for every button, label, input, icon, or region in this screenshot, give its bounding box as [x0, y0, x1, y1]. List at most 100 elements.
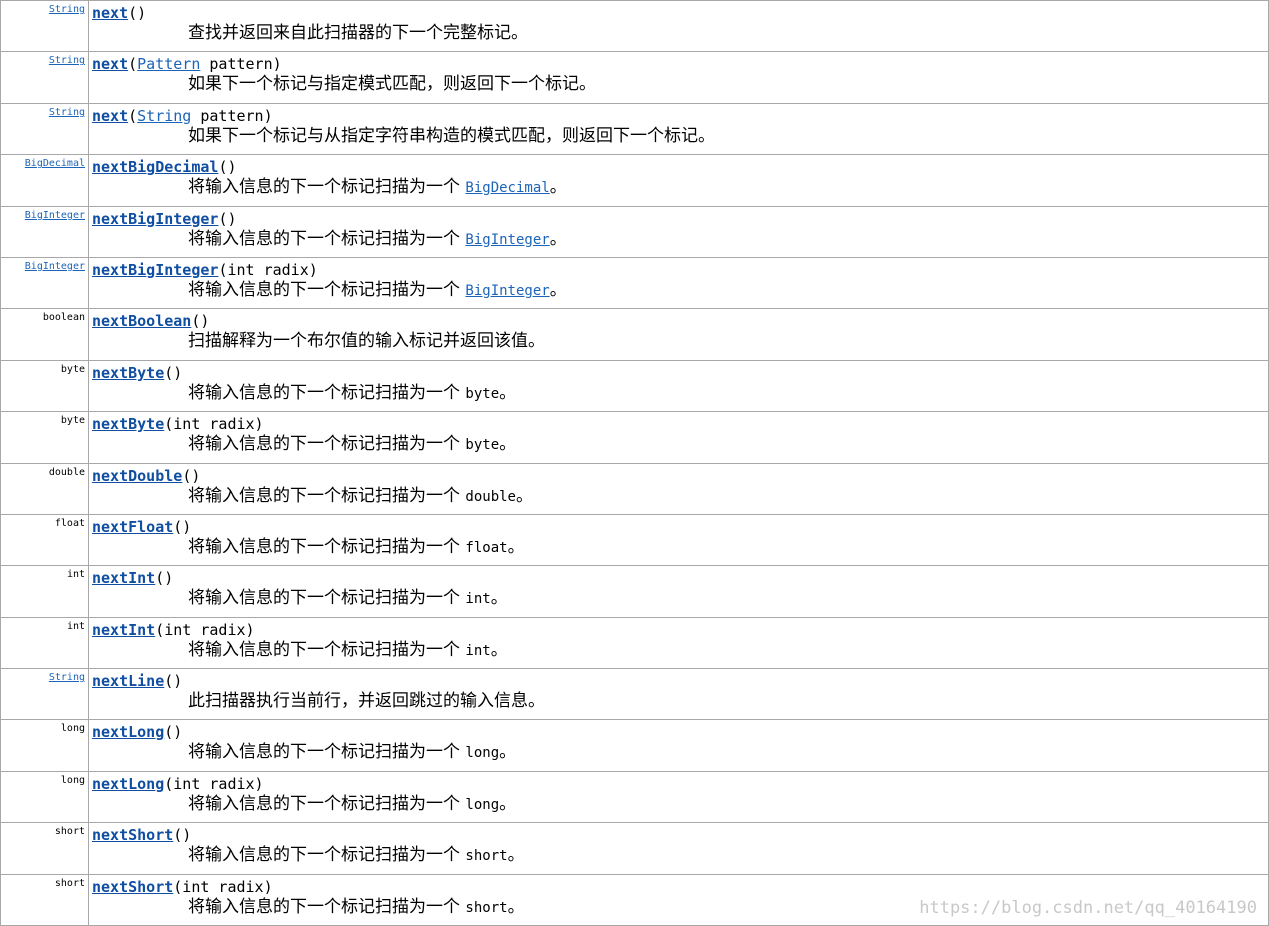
- return-type-link[interactable]: BigDecimal: [25, 158, 85, 169]
- return-type-link[interactable]: String: [49, 55, 85, 66]
- method-params: (): [191, 312, 210, 331]
- method-params: (int radix): [155, 620, 255, 639]
- return-type: long: [60, 774, 85, 786]
- method-description: 将输入信息的下一个标记扫描为一个 BigDecimal。: [188, 176, 1268, 199]
- method-description: 将输入信息的下一个标记扫描为一个 double。: [188, 485, 1268, 508]
- method-row: BigInteger nextBigInteger() 将输入信息的下一个标记扫描为…: [0, 205, 1269, 258]
- method-row: String next(Pattern pattern) 如果下一个标记与指定模式匹…: [0, 51, 1269, 104]
- method-cell: nextDouble() 将输入信息的下一个标记扫描为一个 double。: [88, 462, 1269, 515]
- method-params: (): [173, 826, 192, 845]
- method-row: float nextFloat() 将输入信息的下一个标记扫描为一个 float。: [0, 513, 1269, 567]
- description-text: 将输入信息的下一个标记扫描为一个: [188, 742, 466, 763]
- watermark: https://blog.csdn.net/qq_40164190: [919, 898, 1257, 918]
- method-signature: nextInt(): [92, 569, 1268, 587]
- description-period: 。: [499, 434, 517, 455]
- method-name-link[interactable]: nextInt: [92, 569, 155, 587]
- method-name-link[interactable]: nextBigDecimal: [92, 158, 218, 176]
- method-name-link[interactable]: next: [92, 55, 128, 73]
- return-type-link[interactable]: String: [49, 107, 85, 118]
- method-name-link[interactable]: next: [92, 4, 128, 22]
- description-code: byte: [465, 385, 500, 402]
- description-code: long: [465, 745, 500, 762]
- method-name-link[interactable]: nextBigInteger: [92, 210, 218, 228]
- description-code: float: [465, 539, 508, 556]
- return-type-cell: int: [0, 565, 89, 618]
- method-params: (): [164, 363, 183, 382]
- description-text: 如果下一个标记与从指定字符串构造的模式匹配，则返回下一个标记。: [188, 125, 715, 146]
- description-period: 。: [490, 639, 508, 660]
- method-description: 将输入信息的下一个标记扫描为一个 short。: [188, 844, 1268, 867]
- method-name-link[interactable]: nextShort: [92, 826, 173, 844]
- method-cell: next(Pattern pattern) 如果下一个标记与指定模式匹配，则返回下…: [88, 51, 1269, 104]
- return-type: double: [48, 466, 85, 478]
- method-signature: nextLine(): [92, 672, 1268, 690]
- method-signature: nextDouble(): [92, 467, 1268, 485]
- method-name-link[interactable]: nextBigInteger: [92, 261, 218, 279]
- method-row: String next(String pattern) 如果下一个标记与从指定字符串…: [0, 102, 1269, 156]
- method-name-link[interactable]: nextBoolean: [92, 312, 191, 330]
- method-name-link[interactable]: nextShort: [92, 878, 173, 896]
- return-type: short: [54, 877, 85, 889]
- method-description: 将输入信息的下一个标记扫描为一个 float。: [188, 536, 1268, 559]
- method-row: boolean nextBoolean() 扫描解释为一个布尔值的输入标记并返回该值…: [0, 308, 1269, 361]
- method-signature: nextBigDecimal(): [92, 158, 1268, 176]
- method-signature: nextByte(): [92, 364, 1268, 382]
- return-type-cell: String: [0, 102, 89, 156]
- method-params: (): [128, 4, 147, 22]
- method-row: BigDecimal nextBigDecimal() 将输入信息的下一个标记扫描为…: [0, 154, 1269, 207]
- method-name-link[interactable]: nextInt: [92, 621, 155, 639]
- method-row: int nextInt(int radix) 将输入信息的下一个标记扫描为一个 in…: [0, 616, 1269, 670]
- param-type-link[interactable]: Pattern: [137, 55, 200, 73]
- method-description: 将输入信息的下一个标记扫描为一个 long。: [188, 741, 1268, 764]
- method-signature: nextByte(int radix): [92, 415, 1268, 433]
- method-name-link[interactable]: nextByte: [92, 364, 164, 382]
- description-type-link[interactable]: BigDecimal: [465, 180, 549, 196]
- description-period: 。: [499, 742, 517, 763]
- description-type-link[interactable]: BigInteger: [465, 283, 549, 299]
- return-type-cell: float: [0, 513, 89, 567]
- method-cell: nextLine() 此扫描器执行当前行，并返回跳过的输入信息。: [88, 668, 1269, 721]
- method-description: 将输入信息的下一个标记扫描为一个 BigInteger。: [188, 279, 1268, 302]
- method-name-link[interactable]: nextLine: [92, 672, 164, 690]
- method-row: int nextInt() 将输入信息的下一个标记扫描为一个 int。: [0, 565, 1269, 618]
- description-text: 将输入信息的下一个标记扫描为一个: [188, 485, 466, 506]
- method-name-link[interactable]: nextFloat: [92, 518, 173, 536]
- method-description: 将输入信息的下一个标记扫描为一个 byte。: [188, 382, 1268, 405]
- method-name-link[interactable]: nextLong: [92, 723, 164, 741]
- method-description: 将输入信息的下一个标记扫描为一个 BigInteger。: [188, 228, 1268, 251]
- method-signature: nextShort(int radix): [92, 878, 1268, 896]
- return-type-cell: String: [0, 0, 89, 53]
- return-type-link[interactable]: String: [49, 4, 85, 15]
- return-type-cell: int: [0, 616, 89, 670]
- method-cell: next(String pattern) 如果下一个标记与从指定字符串构造的模式匹…: [88, 102, 1269, 156]
- method-signature: next(String pattern): [92, 107, 1268, 125]
- description-text: 将输入信息的下一个标记扫描为一个: [188, 382, 466, 403]
- return-type-link[interactable]: String: [49, 672, 85, 683]
- return-type-link[interactable]: BigInteger: [25, 261, 85, 272]
- method-row: String nextLine() 此扫描器执行当前行，并返回跳过的输入信息。: [0, 668, 1269, 721]
- method-cell: nextBigInteger() 将输入信息的下一个标记扫描为一个 BigInte…: [88, 205, 1269, 258]
- description-text: 将输入信息的下一个标记扫描为一个: [188, 896, 466, 917]
- param-type-link[interactable]: String: [137, 107, 191, 125]
- method-row: String next() 查找并返回来自此扫描器的下一个完整标记。: [0, 0, 1269, 53]
- method-signature: nextInt(int radix): [92, 621, 1268, 639]
- method-name-link[interactable]: next: [92, 107, 128, 125]
- return-type: int: [66, 569, 85, 581]
- return-type: byte: [60, 415, 85, 427]
- method-name-link[interactable]: nextDouble: [92, 467, 182, 485]
- description-text: 将输入信息的下一个标记扫描为一个: [188, 279, 466, 300]
- description-text: 查找并返回来自此扫描器的下一个完整标记。: [188, 23, 528, 43]
- param-rest: pattern): [200, 55, 282, 74]
- method-name-link[interactable]: nextLong: [92, 775, 164, 793]
- description-period: 。: [507, 896, 525, 917]
- return-type-cell: BigInteger: [0, 205, 89, 258]
- method-cell: nextLong() 将输入信息的下一个标记扫描为一个 long。: [88, 719, 1269, 772]
- method-name-link[interactable]: nextByte: [92, 415, 164, 433]
- method-cell: nextLong(int radix) 将输入信息的下一个标记扫描为一个 long…: [88, 770, 1269, 824]
- return-type-cell: BigDecimal: [0, 154, 89, 207]
- description-type-link[interactable]: BigInteger: [465, 232, 549, 248]
- description-code: short: [465, 848, 508, 865]
- return-type-link[interactable]: BigInteger: [25, 210, 85, 221]
- description-period: 。: [490, 588, 508, 609]
- method-cell: nextInt() 将输入信息的下一个标记扫描为一个 int。: [88, 565, 1269, 618]
